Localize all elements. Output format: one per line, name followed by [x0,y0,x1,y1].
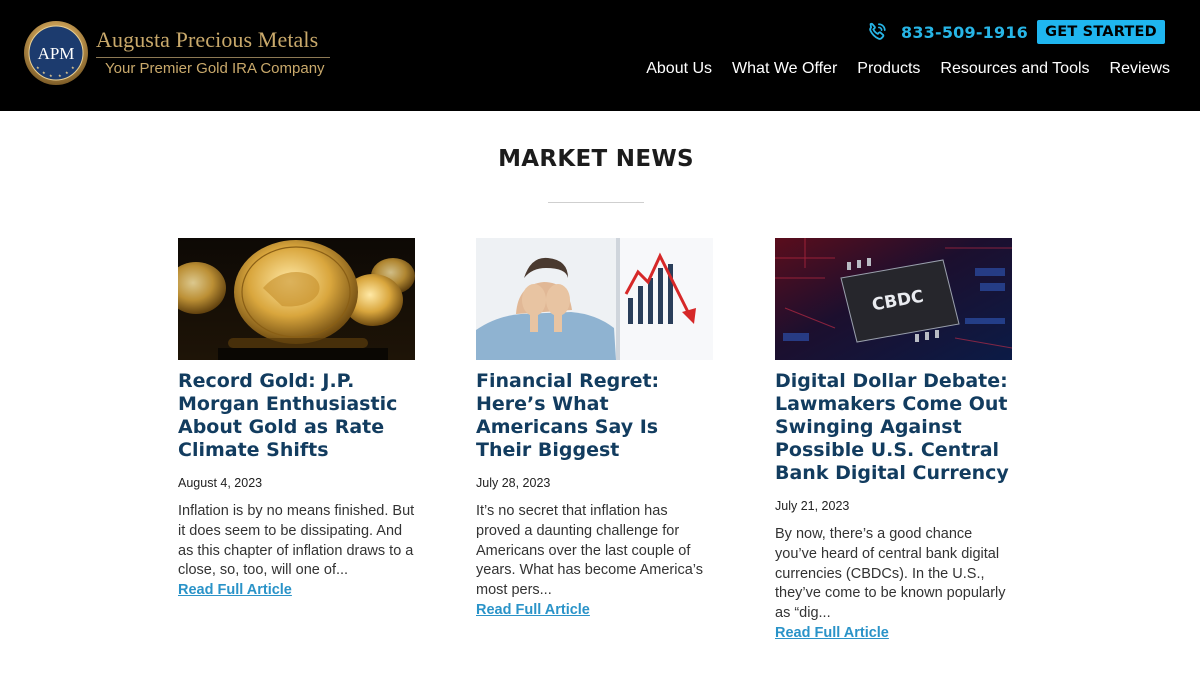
read-full-article-link[interactable]: Read Full Article [476,602,590,618]
svg-text:★: ★ [71,65,75,70]
brand-logo[interactable]: ★ ★ ★ ★ ★ ★ APM Augusta Precious Metals Your… [22,18,342,88]
read-full-article-link[interactable]: Read Full Article [178,582,292,598]
article-excerpt: It’s no secret that inflation has proved… [476,503,703,599]
brand-tagline: Your Premier Gold IRA Company [105,60,325,77]
phone-number: 833-509-1916 [901,22,1029,42]
article-excerpt: By now, there’s a good chance you’ve hea… [775,526,1006,622]
main-nav: About Us What We Offer Products Resource… [646,60,1170,78]
svg-text:★: ★ [36,65,40,70]
stressed-man-chart-image[interactable] [476,238,713,360]
nav-products[interactable]: Products [857,60,920,78]
get-started-button[interactable]: GET STARTED [1037,20,1165,44]
site-header: ★ ★ ★ ★ ★ ★ APM Augusta Precious Metals Your… [0,0,1200,111]
article-date: July 28, 2023 [476,476,551,490]
article-card: Record Gold: J.P. Morgan Enthusiastic Ab… [178,238,418,599]
phone-link[interactable]: 833-509-1916 [866,20,1028,44]
article-title[interactable]: Financial Regret: Here’s What Americans … [476,370,716,462]
article-card: CBDC Digital Dollar Debate: Lawmakers Co… [775,238,1015,642]
article-title[interactable]: Record Gold: J.P. Morgan Enthusiastic Ab… [178,370,418,462]
section-title: MARKET NEWS [498,146,694,172]
apm-seal-icon: ★★★ ★★★ APM [24,21,88,85]
svg-text:★: ★ [58,73,62,78]
svg-text:★: ★ [49,73,53,78]
nav-resources-and-tools[interactable]: Resources and Tools [940,60,1089,78]
article-date: July 21, 2023 [775,499,850,513]
read-full-article-link[interactable]: Read Full Article [775,625,889,641]
article-excerpt: Inflation is by no means finished. But i… [178,503,415,579]
gold-coins-image[interactable] [178,238,415,360]
article-date: August 4, 2023 [178,476,263,490]
article-title[interactable]: Digital Dollar Debate: Lawmakers Come Ou… [775,370,1015,485]
nav-about-us[interactable]: About Us [646,60,712,78]
svg-text:★: ★ [65,70,69,75]
svg-text:★: ★ [42,70,46,75]
nav-what-we-offer[interactable]: What We Offer [732,60,837,78]
phone-icon [869,22,886,40]
brand-name: Augusta Precious Metals [96,27,319,52]
section-divider [548,202,644,203]
cbdc-chip-image[interactable]: CBDC [775,238,1012,360]
article-card: Financial Regret: Here’s What Americans … [476,238,716,619]
nav-reviews[interactable]: Reviews [1110,60,1170,78]
logo-initials: APM [38,44,75,63]
logo-divider [96,57,330,58]
